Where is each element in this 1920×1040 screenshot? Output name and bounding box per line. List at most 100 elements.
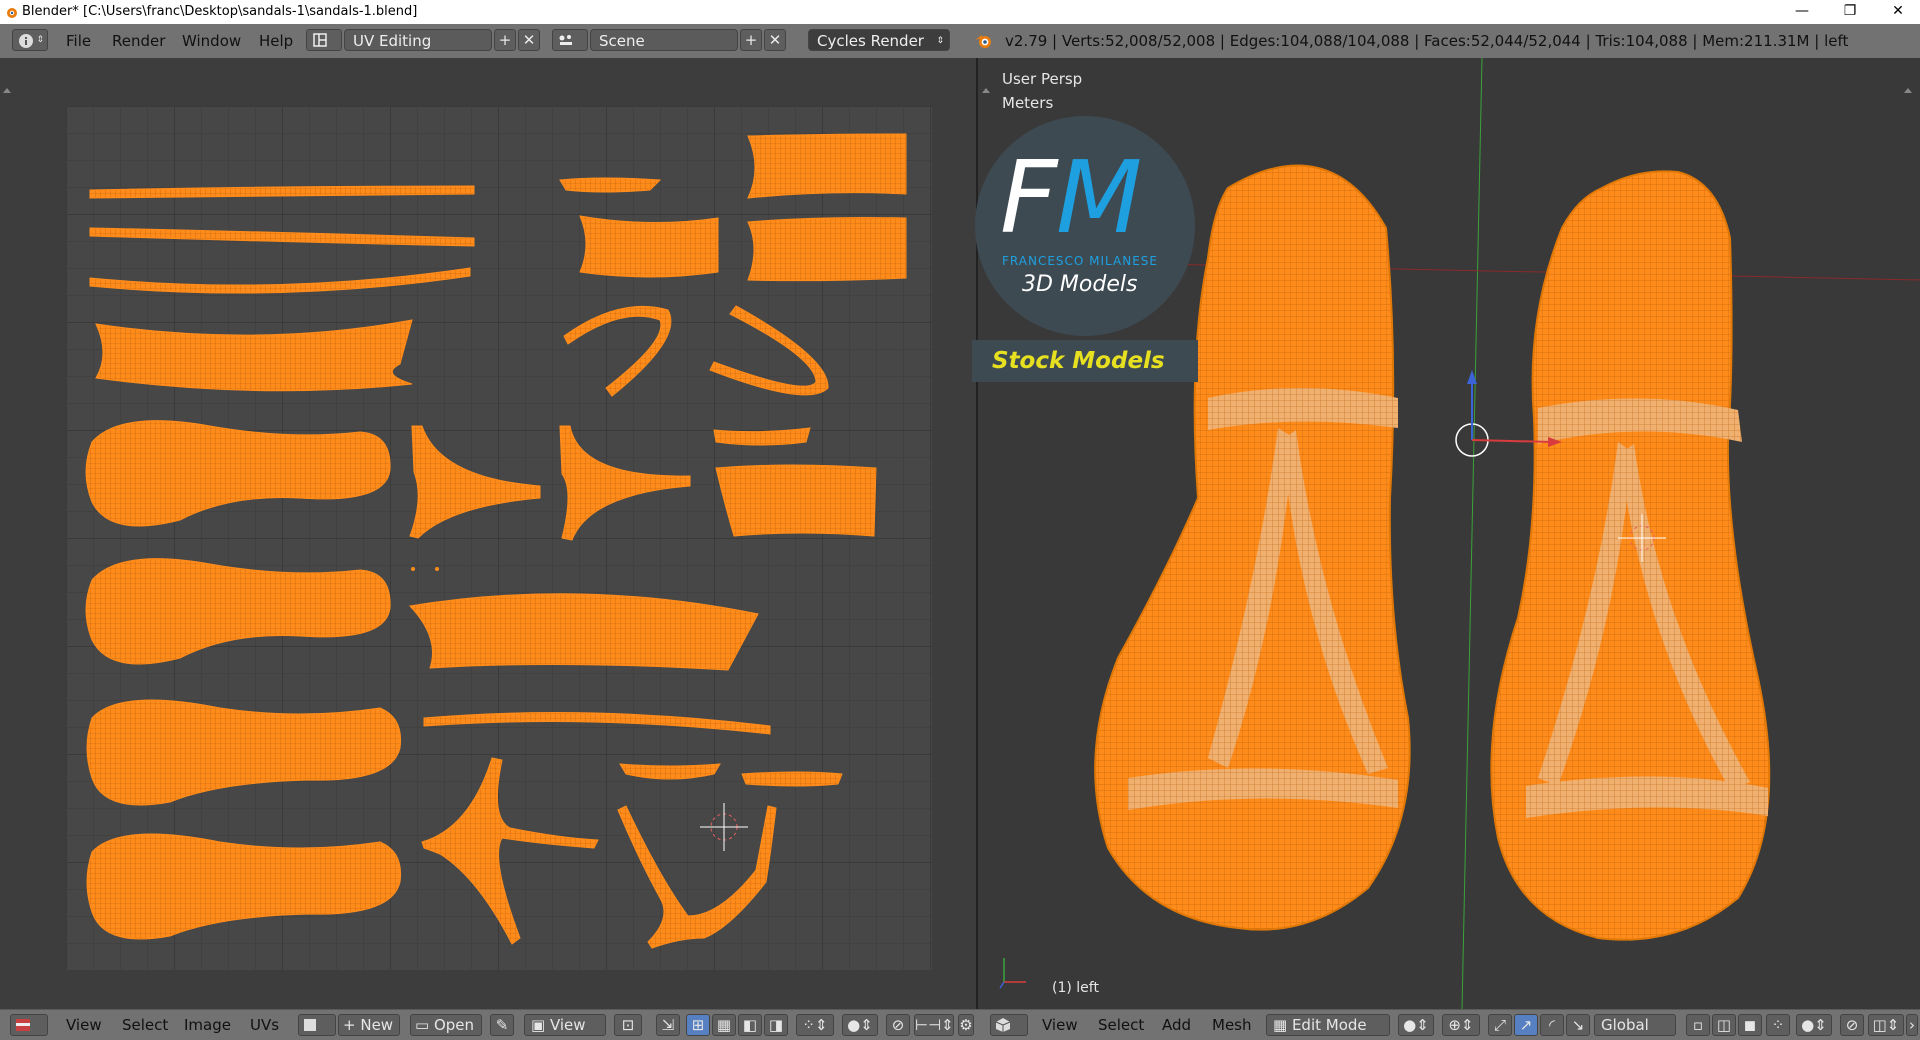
uv-overflow-button[interactable]: ⚙ (958, 1014, 974, 1036)
view3d-menu-select[interactable]: Select (1098, 1014, 1144, 1036)
uv-snap-element-dropdown[interactable]: ⊢⊣⇕ (914, 1014, 954, 1036)
menu-file[interactable]: File (66, 29, 91, 53)
view3d-menu-view[interactable]: View (1042, 1014, 1078, 1036)
new-image-button[interactable]: + New (338, 1014, 400, 1036)
interaction-mode-dropdown[interactable]: ▦ Edit Mode (1266, 1014, 1390, 1036)
view3d-overflow-button[interactable]: › (1906, 1014, 1918, 1036)
vertex-select-mode-button[interactable]: ▫ (1686, 1014, 1710, 1036)
snap-toggle-button[interactable]: ⊘ (1840, 1014, 1864, 1036)
viewport-shading-dropdown[interactable]: ●⇕ (1398, 1014, 1434, 1036)
uv-view-mode-dropdown[interactable]: ▣ View (524, 1014, 606, 1036)
uv-island-band (713, 427, 811, 446)
uv-menu-select[interactable]: Select (122, 1014, 168, 1036)
open-image-label: Open (433, 1016, 475, 1034)
edge-select-mode-button[interactable]: ◫ (1712, 1014, 1736, 1036)
view3d-menu-add[interactable]: Add (1162, 1014, 1191, 1036)
limit-selection-visible-button[interactable]: ⁘ (1766, 1014, 1790, 1036)
uv-sticky-select-dropdown[interactable]: ⁘⇕ (796, 1014, 834, 1036)
open-image-button[interactable]: ▭ Open (410, 1014, 482, 1036)
image-browse-icon (304, 1019, 316, 1031)
uv-vertex-select-button[interactable]: ⊞ (686, 1014, 710, 1036)
shading-solid-icon: ●⇕ (1403, 1016, 1429, 1034)
edit-mode-icon: ▦ (1273, 1016, 1292, 1034)
uv-face-select-button[interactable]: ◧ (738, 1014, 762, 1036)
window-title: Blender* [C:\Users\franc\Desktop\sandals… (22, 4, 418, 19)
edge-select-icon: ▦ (716, 1016, 732, 1034)
uv-island-sole (86, 833, 402, 940)
proportional-edit-icon: ●⇕ (1801, 1016, 1827, 1034)
view3d-editor-type-button[interactable] (990, 1014, 1028, 1036)
editor-type-info-button[interactable]: ⇕ (12, 29, 48, 51)
scale-manipulator-button[interactable]: ↘ (1566, 1014, 1590, 1036)
plus-icon: + (744, 31, 758, 49)
info-header: ⇕ File Render Window Help UV Editing + ✕… (0, 24, 1920, 59)
scene-name-field[interactable]: Scene (590, 29, 738, 51)
maximize-button[interactable]: ❐ (1830, 0, 1870, 24)
proportional-edit-dropdown[interactable]: ●⇕ (1796, 1014, 1832, 1036)
uv-island-band (741, 771, 843, 787)
uv-snap-button[interactable]: ⊘ (886, 1014, 910, 1036)
uv-menu-view[interactable]: View (66, 1014, 102, 1036)
face-select-mode-button[interactable]: ◼ (1738, 1014, 1762, 1036)
logo-letter-m: M (1056, 139, 1143, 256)
pin-button[interactable]: ✎ (490, 1014, 514, 1036)
uv-vertex[interactable] (435, 567, 439, 571)
render-engine-dropdown[interactable]: Cycles Render ⇕ (808, 29, 950, 51)
uv-proportional-button[interactable]: ●⇕ (842, 1014, 878, 1036)
menu-render[interactable]: Render (112, 29, 165, 53)
snap-element-icon: ⊢⊣⇕ (915, 1016, 954, 1034)
uv-menu-uvs[interactable]: UVs (250, 1014, 279, 1036)
minimize-button[interactable]: — (1782, 0, 1822, 24)
3d-viewport[interactable]: User Persp Meters (1) left F M FRANCESCO… (972, 58, 1920, 1009)
plus-icon: + (343, 1016, 361, 1034)
layout-selector-button[interactable] (306, 29, 342, 51)
image-browse-button[interactable] (298, 1014, 336, 1036)
uv-island-select-button[interactable]: ◨ (764, 1014, 788, 1036)
uv-pivot-button[interactable]: ⊡ (614, 1014, 642, 1036)
uv-islands[interactable] (0, 58, 976, 1009)
view3d-menu-mesh[interactable]: Mesh (1212, 1014, 1252, 1036)
scene-selector-button[interactable] (552, 29, 588, 51)
menu-window[interactable]: Window (182, 29, 241, 53)
uv-menu-image[interactable]: Image (184, 1014, 231, 1036)
new-image-label: New (360, 1016, 394, 1034)
add-scene-button[interactable]: + (740, 29, 762, 51)
island-select-icon: ◨ (768, 1016, 784, 1034)
overflow-icon: ⚙ (959, 1016, 973, 1034)
pivot-point-dropdown[interactable]: ⊕⇕ (1442, 1014, 1480, 1036)
delete-layout-button[interactable]: ✕ (518, 29, 540, 51)
pin-icon: ✎ (495, 1016, 509, 1034)
snap-element-icon: ◫⇕ (1872, 1016, 1900, 1034)
layout-name-field[interactable]: UV Editing (344, 29, 492, 51)
proportional-edit-icon: ●⇕ (847, 1016, 873, 1034)
uv-2d-cursor-icon[interactable] (700, 803, 748, 851)
transform-orientation-dropdown[interactable]: Global (1594, 1014, 1676, 1036)
manipulator-toggle-button[interactable]: ⤢ (1488, 1014, 1512, 1036)
uv-image-editor[interactable] (0, 58, 976, 1009)
folder-icon: ▭ (415, 1016, 434, 1034)
uv-island-band (579, 215, 719, 278)
translate-manipulator-button[interactable]: ↗ (1514, 1014, 1538, 1036)
updown-arrows-icon: ⇕ (36, 35, 44, 45)
sandal-right-mesh[interactable] (1490, 170, 1771, 941)
delete-scene-button[interactable]: ✕ (764, 29, 786, 51)
uv-island-y-shape (421, 757, 599, 945)
uv-editor-type-button[interactable] (10, 1014, 48, 1036)
render-engine-label: Cycles Render (817, 32, 924, 50)
rotate-manipulator-button[interactable]: ◜ (1540, 1014, 1564, 1036)
uv-island-triangle (559, 425, 691, 541)
layout-icon (313, 33, 327, 47)
logo-tagline: 3D Models (1022, 272, 1138, 297)
uv-island-sole (86, 699, 402, 806)
menu-help[interactable]: Help (259, 29, 293, 53)
close-button[interactable]: ✕ (1878, 0, 1918, 24)
uv-vertex[interactable] (411, 567, 415, 571)
transform-orientation-label: Global (1601, 1016, 1649, 1034)
info-icon (19, 34, 33, 48)
add-layout-button[interactable]: + (494, 29, 516, 51)
overflow-icon: › (1909, 1016, 1915, 1034)
snap-element-dropdown[interactable]: ◫⇕ (1868, 1014, 1904, 1036)
x-icon: ✕ (522, 31, 536, 49)
uv-sync-button[interactable]: ⇲ (656, 1014, 680, 1036)
uv-edge-select-button[interactable]: ▦ (712, 1014, 736, 1036)
